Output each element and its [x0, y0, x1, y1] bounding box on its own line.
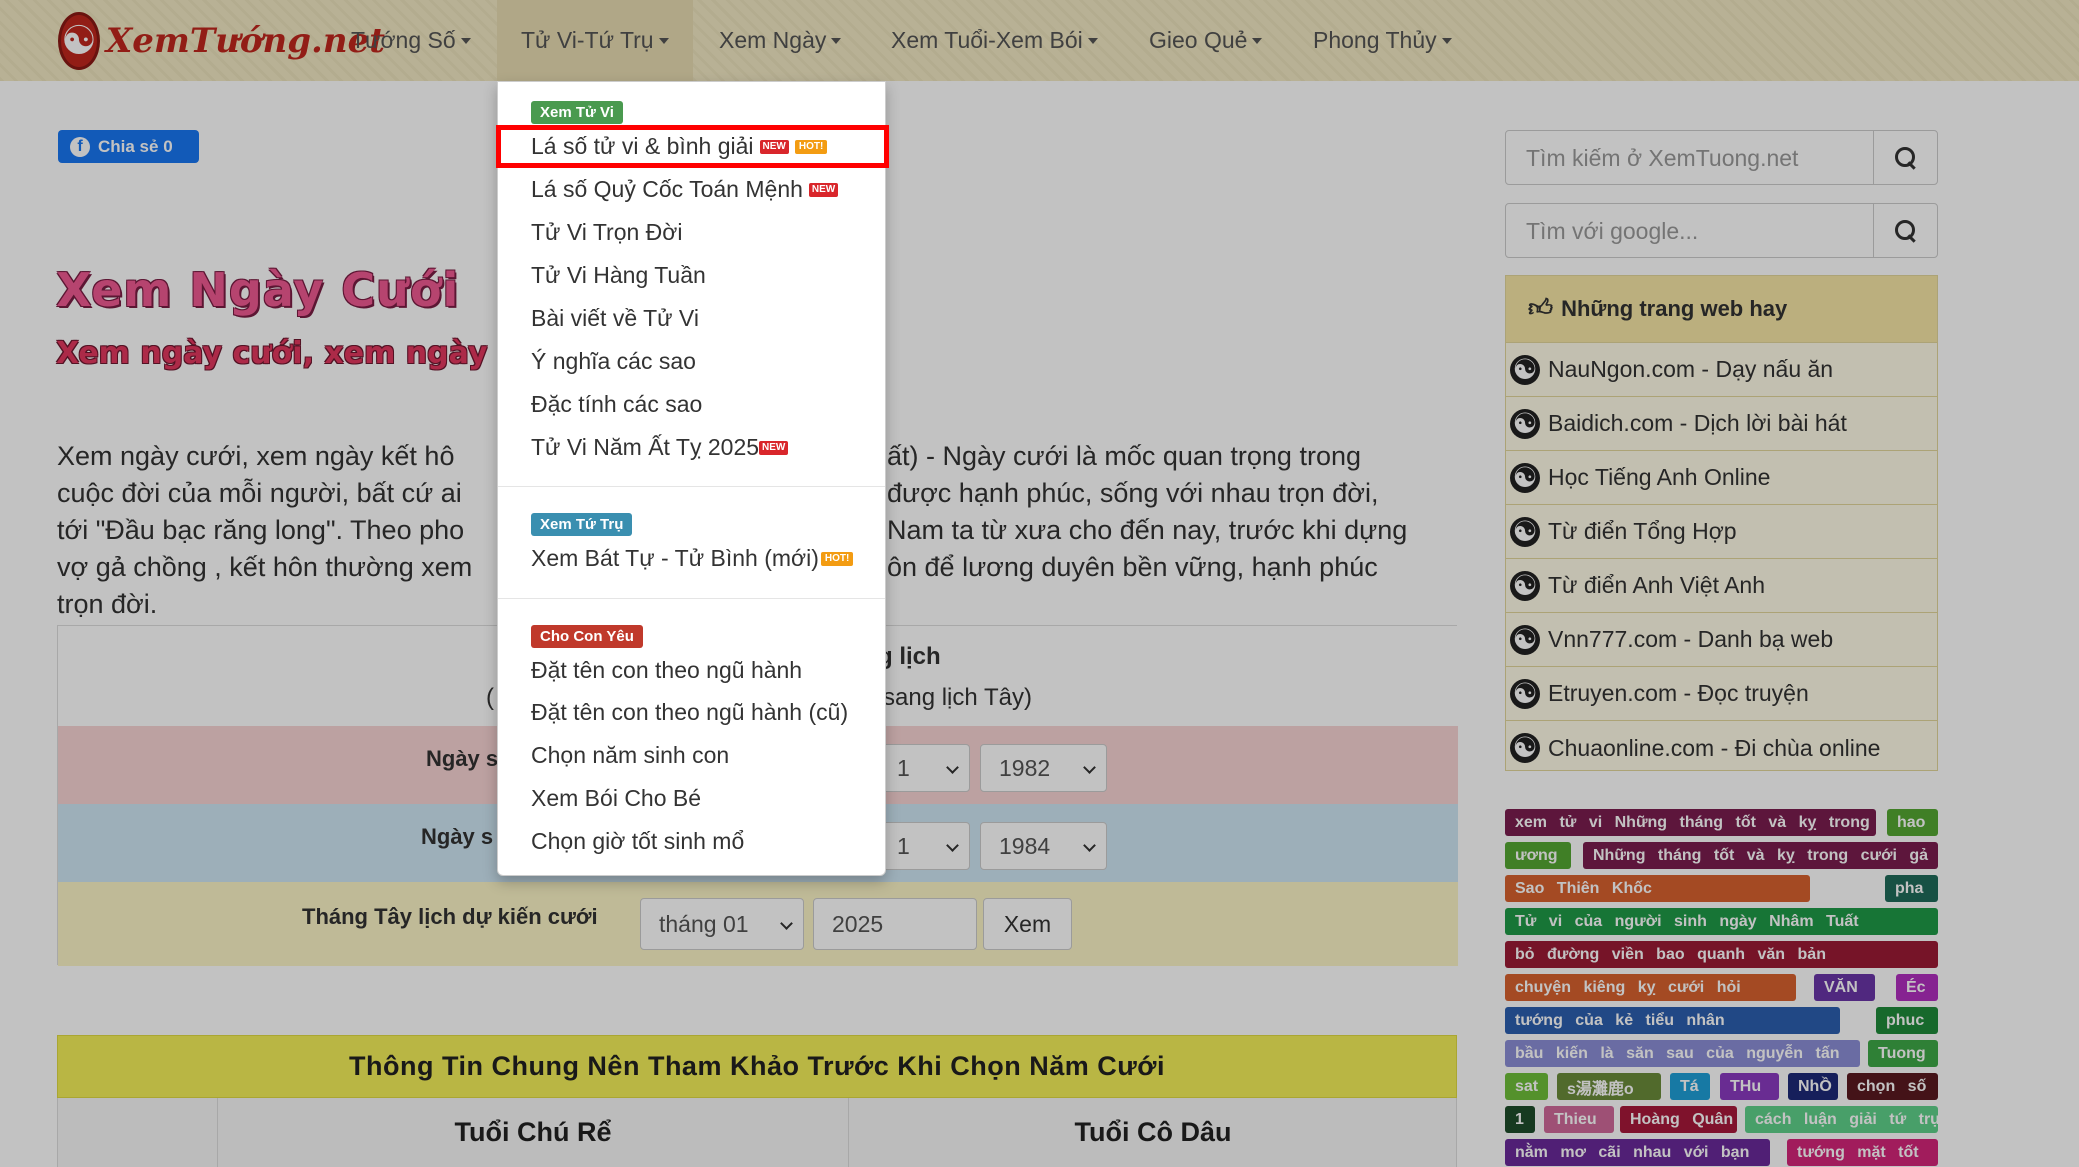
- menu-item-label: Tử Vi Năm Ất Tỵ 2025: [531, 434, 760, 460]
- menu-item-dac-tinh-sao[interactable]: Đặc tính các sao: [531, 391, 702, 418]
- menu-item-xem-boi-cho-be[interactable]: Xem Bói Cho Bé: [531, 785, 701, 812]
- menu-divider: [498, 486, 885, 487]
- dim-overlay: [0, 0, 2079, 1167]
- menu-item-dat-ten-con[interactable]: Đặt tên con theo ngũ hành: [531, 657, 802, 684]
- menu-item-chon-nam-sinh[interactable]: Chọn năm sinh con: [531, 742, 729, 769]
- menu-item-label: Lá số Quỷ Cốc Toán Mệnh: [531, 176, 803, 202]
- menu-item-bat-tu[interactable]: Xem Bát Tự - Tử Bình (mới) HOT!: [531, 545, 854, 572]
- highlight-frame: [496, 125, 889, 168]
- new-badge: NEW: [759, 440, 789, 455]
- section-label-xem-tu-vi: Xem Tử Vi: [531, 101, 623, 124]
- menu-item-tu-vi-hang-tuan[interactable]: Tử Vi Hàng Tuần: [531, 262, 706, 289]
- menu-item-quy-coc[interactable]: Lá số Quỷ Cốc Toán Mệnh NEW: [531, 176, 839, 203]
- menu-item-dat-ten-con-cu[interactable]: Đặt tên con theo ngũ hành (cũ): [531, 699, 848, 726]
- menu-item-y-nghia-sao[interactable]: Ý nghĩa các sao: [531, 348, 696, 375]
- new-badge: NEW: [808, 182, 839, 197]
- hot-badge: HOT!: [820, 551, 854, 566]
- tu-vi-dropdown-menu: Xem Tử Vi Lá số tử vi & bình giải NEW HOT!…: [497, 81, 886, 876]
- menu-item-tu-vi-2025[interactable]: Tử Vi Năm Ất Tỵ 2025 NEW: [531, 434, 789, 461]
- menu-item-label: Xem Bát Tự - Tử Bình (mới): [531, 545, 819, 571]
- menu-item-tu-vi-tron-doi[interactable]: Tử Vi Trọn Đời: [531, 219, 682, 246]
- section-label-xem-tu-tru: Xem Tứ Trụ: [531, 513, 633, 536]
- menu-item-chon-gio-sinh-mo[interactable]: Chọn giờ tốt sinh mổ: [531, 828, 744, 855]
- menu-item-bai-viet-tu-vi[interactable]: Bài viết về Tử Vi: [531, 305, 699, 332]
- section-label-cho-con-yeu: Cho Con Yêu: [531, 625, 643, 648]
- menu-divider: [498, 598, 885, 599]
